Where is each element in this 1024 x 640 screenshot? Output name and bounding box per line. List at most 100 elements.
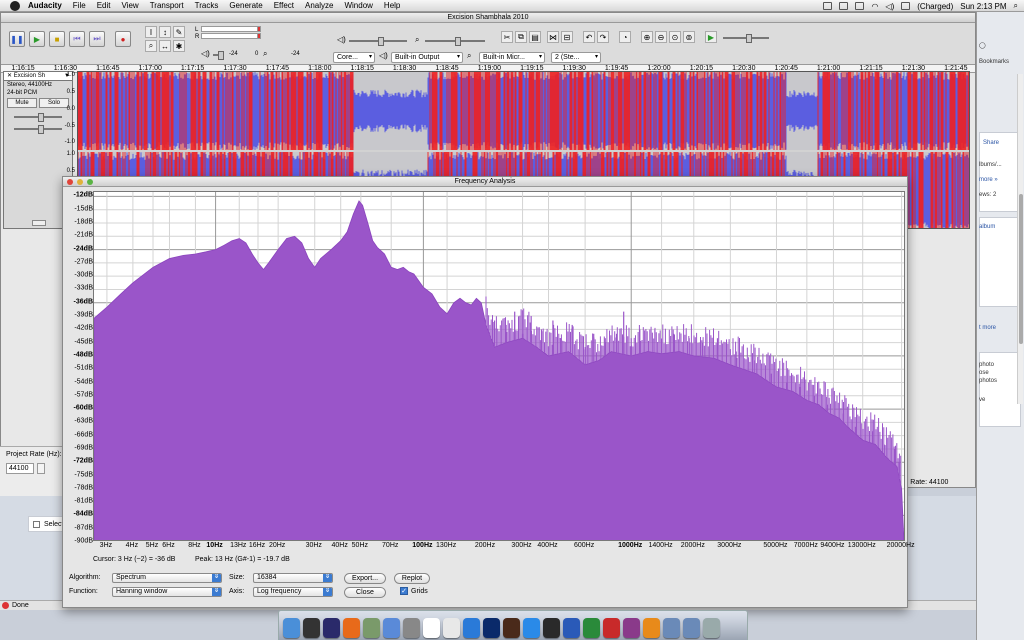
photoshop-icon[interactable]: [483, 618, 500, 638]
audio-host-select[interactable]: Core...: [333, 52, 375, 63]
grids-checkbox[interactable]: ✓: [400, 587, 408, 595]
replot-button[interactable]: Replot: [394, 573, 430, 584]
zoom-in-icon[interactable]: ⊕: [641, 31, 653, 43]
close-window-icon[interactable]: [67, 179, 73, 185]
menu-edit[interactable]: Edit: [97, 1, 111, 10]
menu-help[interactable]: Help: [384, 1, 400, 10]
word-icon[interactable]: [563, 618, 580, 638]
play-at-speed-icon[interactable]: ▶: [705, 31, 717, 43]
minimize-window-icon[interactable]: [77, 179, 83, 185]
close-track-icon[interactable]: ✕: [7, 73, 14, 79]
abp-icon[interactable]: [2, 602, 9, 609]
fit-selection-icon[interactable]: ⊙: [669, 31, 681, 43]
input-volume-slider[interactable]: [425, 37, 485, 46]
bg-album[interactable]: album: [979, 224, 995, 230]
undo-icon[interactable]: ↶: [583, 31, 595, 43]
gain-slider[interactable]: [14, 113, 62, 122]
output-volume-slider[interactable]: [349, 37, 407, 46]
calendar-icon[interactable]: [423, 618, 440, 638]
envelope-tool-icon[interactable]: ↕: [159, 26, 171, 38]
selection-tool-icon[interactable]: I: [145, 26, 157, 38]
zoom-tool-icon[interactable]: ⌕: [145, 40, 157, 52]
system-prefs-icon[interactable]: [403, 618, 420, 638]
play-button[interactable]: ▶: [29, 31, 45, 47]
copy-icon[interactable]: ⧉: [515, 31, 527, 43]
record-button[interactable]: ●: [115, 31, 131, 47]
bg-scrollbar[interactable]: [1017, 74, 1023, 404]
skip-start-button[interactable]: ⏮: [69, 31, 85, 47]
project-rate-stepper[interactable]: [37, 463, 45, 474]
paste-icon[interactable]: ▤: [529, 31, 541, 43]
safari-icon[interactable]: [523, 618, 540, 638]
menu-analyze[interactable]: Analyze: [305, 1, 333, 10]
redo-icon[interactable]: ↷: [597, 31, 609, 43]
output-device-select[interactable]: Built-in Output: [391, 52, 463, 63]
ical-icon[interactable]: [443, 618, 460, 638]
menu-transport[interactable]: Transport: [150, 1, 184, 10]
parallels-icon[interactable]: [623, 618, 640, 638]
bluetooth-icon[interactable]: [855, 2, 865, 10]
multi-tool-icon[interactable]: ✱: [173, 40, 185, 52]
volume-icon[interactable]: ◁): [885, 2, 894, 11]
preview-icon[interactable]: [363, 618, 380, 638]
vlc-icon[interactable]: [643, 618, 660, 638]
algorithm-select[interactable]: Spectrum: [112, 573, 222, 583]
dashboard-icon[interactable]: [303, 618, 320, 638]
size-select[interactable]: 16384: [253, 573, 333, 583]
pdf-icon[interactable]: [603, 618, 620, 638]
dropbox-icon[interactable]: [823, 2, 833, 10]
apple-icon[interactable]: [10, 0, 20, 11]
mute-button[interactable]: Mute: [7, 98, 37, 108]
zoom-out-icon[interactable]: ⊖: [655, 31, 667, 43]
pause-button[interactable]: ❚❚: [9, 31, 25, 47]
clock[interactable]: Sun 2:13 PM: [960, 2, 1006, 11]
stop-button[interactable]: ■: [49, 31, 65, 47]
bg-more2[interactable]: t more: [979, 325, 996, 331]
axis-select[interactable]: Log frequency: [253, 587, 333, 597]
fit-project-icon[interactable]: ⊚: [683, 31, 695, 43]
itunes-icon[interactable]: [383, 618, 400, 638]
bridge-icon[interactable]: [503, 618, 520, 638]
firefox-icon[interactable]: [343, 618, 360, 638]
folder-icon[interactable]: [663, 618, 680, 638]
track-name-button[interactable]: ✕ Excision Sh ▼: [4, 72, 72, 81]
project-rate-input[interactable]: [6, 463, 34, 474]
expose-icon[interactable]: [323, 618, 340, 638]
playback-volume-slider[interactable]: [213, 51, 224, 60]
downloads-icon[interactable]: [683, 618, 700, 638]
menu-window[interactable]: Window: [344, 1, 372, 10]
spectrum-plot[interactable]: [93, 191, 905, 541]
input-device-select[interactable]: Built-in Micr...: [479, 52, 545, 63]
finder-icon[interactable]: [283, 618, 300, 638]
select-all-checkbox[interactable]: [33, 520, 40, 528]
menu-audacity[interactable]: Audacity: [28, 1, 62, 10]
media-icon[interactable]: [543, 618, 560, 638]
sync-lock-icon[interactable]: ◔: [619, 31, 631, 43]
collapse-track-icon[interactable]: [32, 220, 46, 226]
pan-slider[interactable]: [14, 125, 62, 134]
bg-more[interactable]: more »: [979, 177, 998, 183]
menu-view[interactable]: View: [121, 1, 138, 10]
silence-icon[interactable]: ⊟: [561, 31, 573, 43]
trash-icon[interactable]: [703, 618, 720, 638]
export-button[interactable]: Export...: [344, 573, 386, 584]
trim-icon[interactable]: ⋈: [547, 31, 559, 43]
menu-generate[interactable]: Generate: [229, 1, 262, 10]
close-button[interactable]: Close: [344, 587, 386, 598]
menu-effect[interactable]: Effect: [274, 1, 294, 10]
zoom-window-icon[interactable]: [87, 179, 93, 185]
input-channels-select[interactable]: 2 (Ste...: [551, 52, 601, 63]
timeshift-tool-icon[interactable]: ↔: [159, 40, 171, 52]
bg-share[interactable]: Share: [983, 140, 999, 146]
bg-bookmarks[interactable]: Bookmarks: [979, 59, 1009, 65]
cut-icon[interactable]: ✂: [501, 31, 513, 43]
battery-icon[interactable]: [901, 2, 911, 10]
spotlight-icon[interactable]: ⌕: [1014, 1, 1018, 11]
skip-end-button[interactable]: ⏭: [89, 31, 105, 47]
solo-button[interactable]: Solo: [39, 98, 69, 108]
menu-tracks[interactable]: Tracks: [195, 1, 219, 10]
function-select[interactable]: Hanning window: [112, 587, 222, 597]
app-store-icon[interactable]: [463, 618, 480, 638]
draw-tool-icon[interactable]: ✎: [173, 26, 185, 38]
play-speed-slider[interactable]: [723, 34, 769, 43]
